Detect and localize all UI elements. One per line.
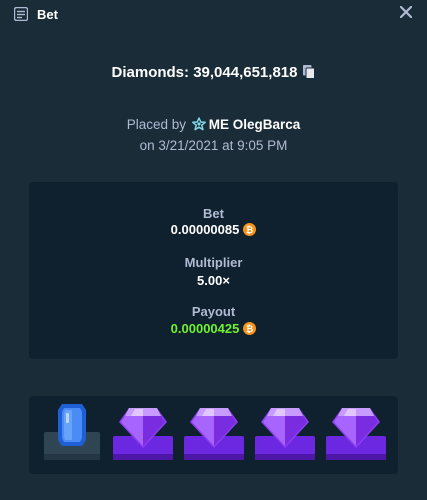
placed-by-line: Placed by ME OlegBarca [0,117,427,132]
multiplier-label: Multiplier [184,255,243,270]
gem-tiles-panel [29,396,398,474]
gem-tile [326,396,386,474]
gem-tile [255,396,315,474]
payout-label: Payout [191,304,236,319]
bet-value: 0.00000085 [170,222,240,237]
payout-amount: 0.00000425 ₿ [29,321,398,336]
payout-value: 0.00000425 [170,321,240,336]
bet-stats-panel: Bet 0.00000085 ₿ Multiplier 5.00× Payout… [29,182,398,359]
multiplier-value: 5.00× [197,273,230,288]
copy-icon[interactable] [303,65,316,79]
gem-tile [184,396,244,474]
bet-id: 39,044,651,818 [193,64,298,81]
purple-gem-icon [255,408,315,460]
star-badge-icon [191,117,206,131]
close-icon[interactable] [399,5,413,19]
bet-amount: 0.00000085 ₿ [29,222,398,237]
purple-gem-icon [184,408,244,460]
bitcoin-icon: ₿ [243,322,257,335]
placed-by-label: Placed by [126,117,186,132]
purple-gem-icon [326,408,386,460]
bet-slip-icon [14,7,28,21]
bitcoin-icon: ₿ [243,223,257,236]
modal-title: Bet [37,7,58,22]
modal-header: Bet [0,0,427,30]
gem-tile [42,396,102,474]
blue-gem-icon [44,404,100,460]
svg-text:₿: ₿ [246,225,253,235]
svg-text:₿: ₿ [246,324,253,334]
bet-label: Bet [203,206,224,221]
username-link[interactable]: ME OlegBarca [209,117,301,132]
gem-tile [113,396,173,474]
bet-date: on 3/21/2021 at 9:05 PM [139,138,288,153]
game-label: Diamonds: [111,64,190,81]
purple-gem-icon [113,408,173,460]
bet-id-line: Diamonds: 39,044,651,818 [0,64,427,81]
